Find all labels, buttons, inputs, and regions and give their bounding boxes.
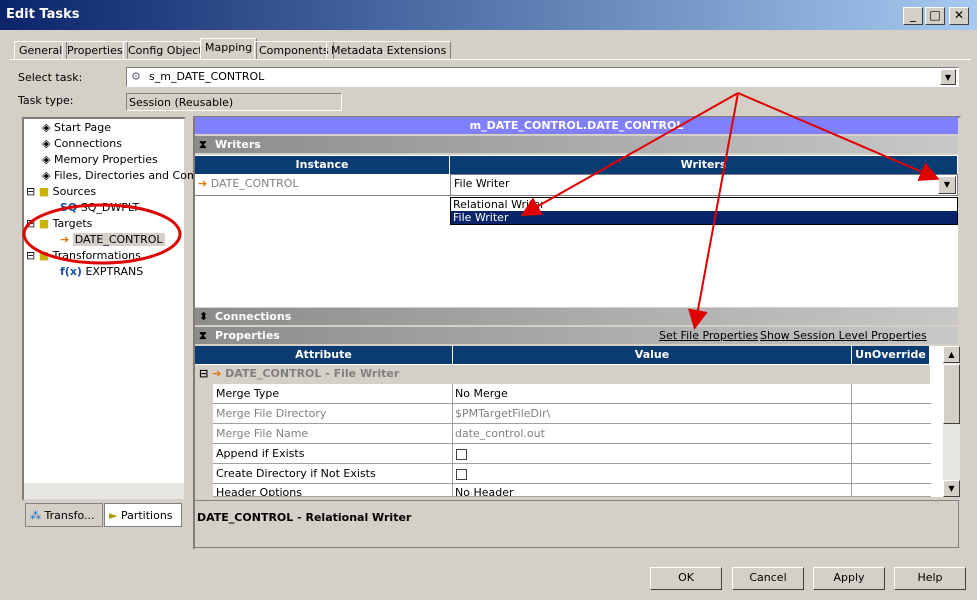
annotation-arrow [688,92,739,330]
annotation-circle [22,203,182,265]
annotation-arrow [520,92,739,216]
annotation-overlay [22,92,940,330]
annotation-arrow [737,92,940,181]
